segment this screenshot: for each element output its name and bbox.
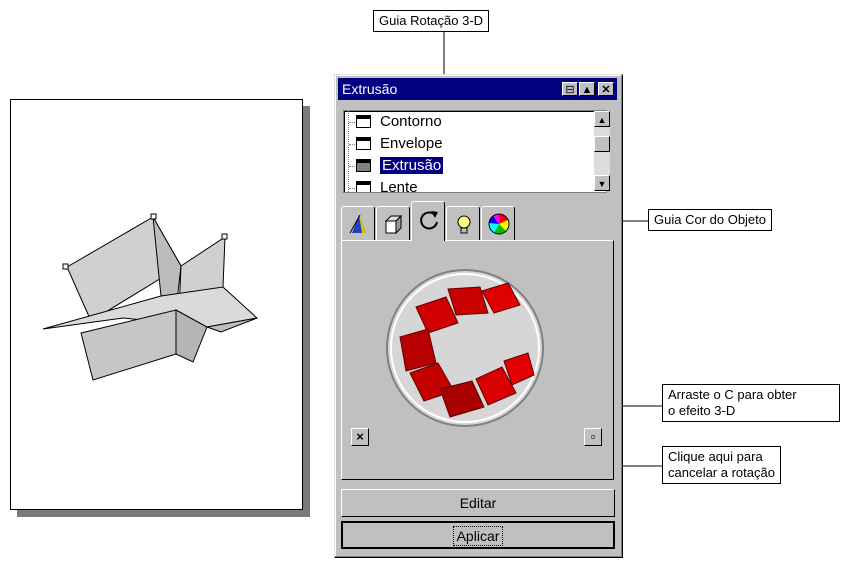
apply-button-label: Aplicar	[452, 526, 504, 546]
tab-lighting[interactable]	[446, 206, 480, 240]
extruded-star-object[interactable]	[11, 100, 302, 509]
tree-item-label: Extrusão	[380, 157, 444, 174]
tab-object-color[interactable]	[481, 206, 515, 240]
scroll-up-icon[interactable]: ▲	[594, 111, 610, 127]
lightbulb-icon	[457, 215, 471, 234]
edit-button[interactable]: Editar	[341, 489, 615, 517]
extrude-depth-icon	[384, 214, 403, 235]
extrusion-docker-window: Extrusão ⊟ ▲ ✕ Contorno Envelope Extrusã…	[334, 74, 623, 558]
tree-item-envelope[interactable]: Envelope	[356, 133, 443, 155]
scroll-down-icon[interactable]: ▼	[594, 175, 610, 191]
callout-cancel: Clique aqui para cancelar a rotação	[662, 446, 781, 484]
maximize-icon[interactable]: ▲	[579, 82, 595, 96]
cancel-rotation-icon: ×	[356, 429, 364, 444]
tree-item-label: Lente	[380, 179, 418, 193]
tab-vanishing-point[interactable]	[341, 206, 375, 240]
tree-item-label: Envelope	[380, 135, 443, 152]
callout-color-tab: Guia Cor do Objeto	[648, 209, 773, 231]
drawing-page	[10, 99, 303, 510]
page-glyph: ▫	[590, 429, 596, 444]
effects-tree-list[interactable]: Contorno Envelope Extrusão Lente	[343, 110, 607, 193]
window-titlebar[interactable]: Extrusão ⊟ ▲ ✕	[338, 78, 617, 100]
tree-item-contorno[interactable]: Contorno	[356, 111, 442, 133]
callout-rotation-tab: Guia Rotação 3-D	[373, 10, 490, 32]
dock-icon[interactable]: ⊟	[562, 82, 578, 96]
rotation-panel: × ▫	[341, 240, 614, 480]
callout-drag-c: Arraste o C para obter o efeito 3-D	[662, 384, 840, 422]
cancel-rotation-button[interactable]: ×	[351, 428, 369, 446]
callout-drag-c-line1: Arraste o C para obter	[668, 387, 797, 402]
page-icon[interactable]: ▫	[584, 428, 602, 446]
edit-button-label: Editar	[459, 495, 497, 511]
tree-item-lente[interactable]: Lente	[356, 177, 418, 193]
close-icon[interactable]: ✕	[598, 82, 614, 96]
rotation-icon	[420, 211, 438, 230]
docker-page-icon	[356, 159, 371, 172]
window-title: Extrusão	[342, 81, 398, 97]
callout-rotation-tab-text: Guia Rotação 3-D	[379, 13, 484, 28]
apply-button[interactable]: Aplicar	[341, 521, 615, 549]
callout-cancel-line2: cancelar a rotação	[668, 465, 775, 480]
scroll-thumb[interactable]	[594, 136, 610, 152]
tree-item-label: Contorno	[380, 113, 442, 130]
callout-color-tab-text: Guia Cor do Objeto	[654, 212, 767, 227]
tab-extrude-depth[interactable]	[376, 206, 410, 240]
vanishing-point-icon	[349, 214, 366, 234]
tab-3d-rotation[interactable]	[411, 201, 445, 241]
docker-page-icon	[356, 137, 371, 150]
callout-drag-c-line2: o efeito 3-D	[668, 403, 736, 418]
callout-cancel-line1: Clique aqui para	[668, 449, 763, 464]
docker-page-icon	[356, 115, 371, 128]
color-wheel-icon	[488, 213, 510, 235]
rotation-sphere[interactable]	[384, 267, 546, 429]
tree-scrollbar[interactable]: ▲ ▼	[594, 111, 610, 191]
tree-connector	[348, 111, 351, 192]
tree-item-extrusao[interactable]: Extrusão	[356, 155, 444, 177]
docker-page-icon	[356, 181, 371, 192]
